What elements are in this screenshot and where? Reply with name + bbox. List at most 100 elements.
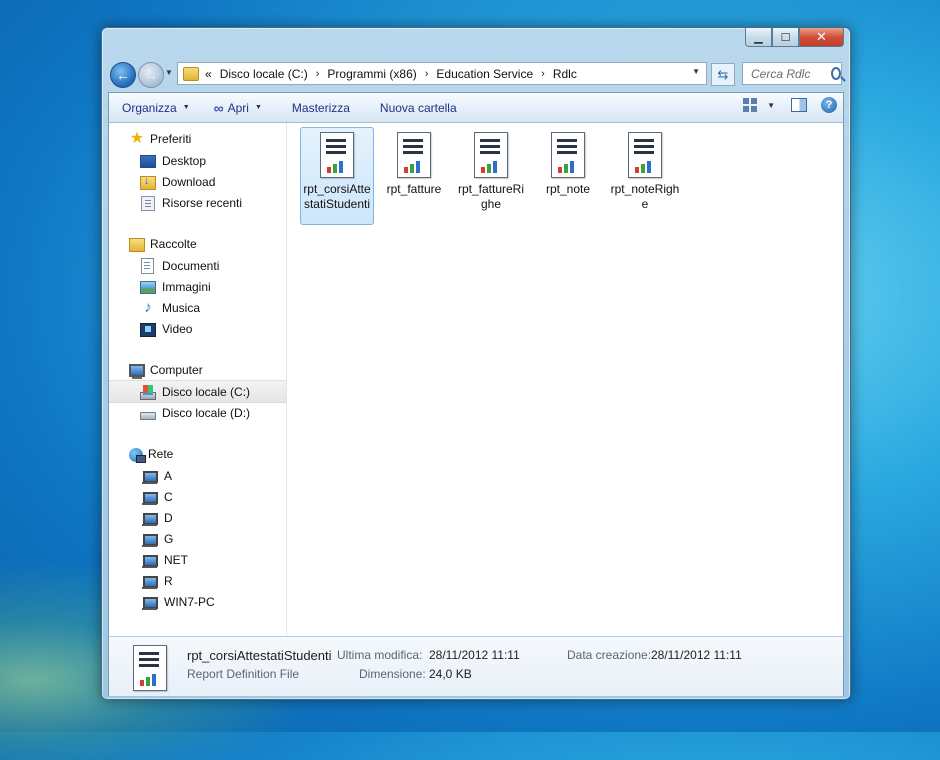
libraries-icon [129,238,145,252]
nav-item-network-pc[interactable]: C [109,486,286,507]
report-file-icon [133,645,167,691]
forward-button[interactable]: → [138,62,164,88]
nav-item-network-pc[interactable]: D [109,507,286,528]
file-item[interactable]: rpt_fatture [377,128,451,224]
documents-icon [141,258,154,274]
chevron-right-icon[interactable]: › [425,68,429,80]
nav-item-label: Download [162,174,216,189]
organize-button[interactable]: Organizza ▼ [109,96,199,120]
address-row: ← → ▼ « Disco locale (C:) › Programmi (x… [108,61,844,88]
nav-item-label: Musica [162,300,201,315]
close-button[interactable]: ✕ [799,28,844,47]
arrow-right-icon: → [144,67,158,83]
chevron-down-icon: ▼ [182,104,190,111]
open-with-icon: ∞ [213,99,224,116]
recent-pages-dropdown[interactable]: ▼ [165,68,173,77]
nav-item-music[interactable]: ♪ Musica [109,297,286,318]
breadcrumb-item[interactable]: Education Service [436,67,533,81]
address-bar[interactable]: « Disco locale (C:) › Programmi (x86) › … [177,62,707,85]
help-icon[interactable]: ? [821,97,837,113]
search-input[interactable] [749,65,829,82]
nav-item-drive-d[interactable]: Disco locale (D:) [109,402,286,423]
nav-item-network-pc[interactable]: A [109,465,286,486]
nav-item-label: WIN7-PC [164,594,215,609]
details-modified-value: 28/11/2012 11:11 [429,648,520,662]
chevron-right-icon[interactable]: › [316,68,320,80]
explorer-window: ▁ ☐ ✕ ← → ▼ « Disco locale (C:) › Progra… [101,27,851,700]
file-item[interactable]: rpt_noteRighe [608,128,682,224]
file-list[interactable]: rpt_corsiAttestatiStudenti rpt_fatture r… [287,123,843,635]
nav-item-download[interactable]: Download [109,171,286,192]
chevron-right-icon[interactable]: › [541,68,545,80]
open-button[interactable]: ∞ Apri ▼ [205,96,271,120]
nav-item-network-pc[interactable]: NET [109,549,286,570]
nav-group-label: Computer [150,363,203,377]
nav-item-label: NET [164,552,188,567]
details-created-label: Data creazione: [567,648,652,662]
new-folder-button[interactable]: Nuova cartella [371,96,466,120]
report-file-icon [474,132,508,178]
desktop-icon [140,155,156,168]
nav-group-favorites[interactable]: ★ Preferiti [129,129,192,149]
breadcrumb-item[interactable]: Rdlc [553,67,577,81]
network-computer-icon [142,575,158,589]
nav-item-documents[interactable]: Documenti [109,255,286,276]
chevron-down-icon: ▼ [254,104,262,111]
organize-label: Organizza [122,100,177,115]
preview-pane-icon[interactable] [791,98,807,112]
nav-item-video[interactable]: Video [109,318,286,339]
arrow-left-icon: ← [116,67,130,83]
maximize-button[interactable]: ☐ [772,28,799,47]
minimize-button[interactable]: ▁ [745,28,772,47]
file-item[interactable]: rpt_corsiAttestatiStudenti [300,127,374,225]
back-button[interactable]: ← [110,62,136,88]
search-box [742,62,842,85]
nav-item-label: Video [162,321,193,336]
details-size-label: Dimensione: [359,667,426,681]
minimize-icon: ▁ [754,31,763,44]
burn-button[interactable]: Masterizza [283,96,359,120]
nav-group-network[interactable]: Rete [129,444,173,464]
nav-group-computer[interactable]: Computer [129,360,203,380]
network-computer-icon [142,596,158,610]
network-icon [129,447,146,463]
new-folder-label: Nuova cartella [379,100,457,115]
breadcrumb-overflow[interactable]: « [205,67,212,81]
file-item[interactable]: rpt_note [531,128,605,224]
report-file-icon [551,132,585,178]
refresh-button[interactable]: ⇆ [711,63,735,86]
breadcrumb-item[interactable]: Programmi (x86) [327,67,416,81]
nav-item-network-pc[interactable]: WIN7-PC [109,591,286,612]
chevron-down-icon[interactable]: ▼ [692,67,700,76]
windows-drive-icon [140,384,156,400]
nav-item-label: G [164,531,174,546]
network-computer-icon [142,554,158,568]
nav-item-network-pc[interactable]: R [109,570,286,591]
details-pane: rpt_corsiAttestatiStudenti Report Defini… [109,636,843,696]
network-computer-icon [142,491,158,505]
network-computer-icon [142,512,158,526]
nav-item-desktop[interactable]: Desktop [109,150,286,171]
nav-group-libraries[interactable]: Raccolte [129,234,197,254]
search-icon[interactable] [831,67,841,80]
change-view-icon[interactable] [743,98,758,112]
breadcrumb-item[interactable]: Disco locale (C:) [220,67,308,81]
burn-label: Masterizza [291,100,350,115]
nav-item-label: A [164,468,173,483]
nav-group-label: Rete [148,447,174,461]
file-item[interactable]: rpt_fattureRighe [454,128,528,224]
nav-item-images[interactable]: Immagini [109,276,286,297]
nav-item-network-pc[interactable]: G [109,528,286,549]
close-icon: ✕ [816,29,827,44]
nav-item-drive-c[interactable]: Disco locale (C:) [109,380,286,403]
nav-item-label: D [164,510,173,525]
details-file-type: Report Definition File [187,667,300,681]
nav-item-label: Disco locale (C:) [162,384,251,399]
nav-group-label: Preferiti [150,132,192,146]
file-name: rpt_corsiAttestatiStudenti [303,182,371,211]
view-options-dropdown[interactable]: ▼ [767,101,775,110]
nav-item-recent[interactable]: Risorse recenti [109,192,286,213]
star-icon: ★ [129,130,145,147]
details-created-value: 28/11/2012 11:11 [651,648,742,662]
nav-item-label: R [164,573,173,588]
